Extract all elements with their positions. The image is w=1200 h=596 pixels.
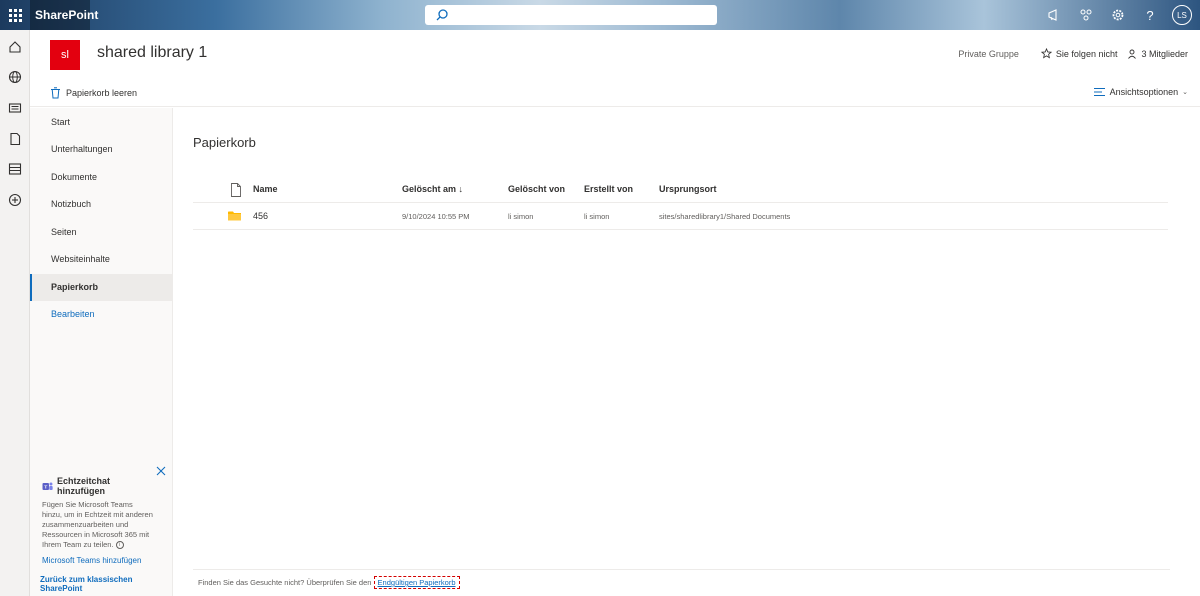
create-icon[interactable] [7,192,23,208]
app-launcher-button[interactable] [0,0,30,30]
site-meta: Private Gruppe Sie folgen nicht 3 Mitgli… [958,48,1188,59]
follow-button[interactable]: Sie folgen nicht [1040,48,1118,59]
settings-icon[interactable] [1102,0,1134,30]
members-label: 3 Mitglieder [1141,48,1188,59]
nav-item-recycle-bin[interactable]: Papierkorb [30,274,172,301]
news-icon[interactable] [7,100,23,116]
privacy-label: Private Gruppe [958,48,1019,59]
person-icon [1128,49,1137,59]
folder-icon [228,211,241,221]
nav-item-pages[interactable]: Seiten [30,219,172,246]
follow-label: Sie folgen nicht [1055,48,1118,59]
trash-icon [51,87,60,99]
nav-item-notebook[interactable]: Notizbuch [30,191,172,218]
suite-header: SharePoint ? LS [0,0,1200,30]
lines-icon [1093,88,1105,96]
teams-promo-card: T Echtzeitchat hinzufügen Fügen Sie Micr… [30,458,172,575]
info-icon[interactable]: i [115,541,124,550]
table-row[interactable]: 456 9/10/2024 10:55 PM li simon li simon… [193,203,1168,230]
file-type-icon[interactable] [230,183,242,197]
site-title[interactable]: shared library 1 [97,44,207,62]
empty-recycle-bin-label: Papierkorb leeren [66,88,138,98]
row-origin: sites/sharedlibrary1/Shared Documents [659,212,791,221]
close-icon[interactable] [156,466,166,476]
column-header-deleted-on[interactable]: Gelöscht am ↓ [402,176,463,203]
left-nav: Start Unterhaltungen Dokumente Notizbuch… [30,108,173,596]
share-icon[interactable] [1070,0,1102,30]
row-deleted-by: li simon [508,212,534,221]
home-icon[interactable] [7,39,23,55]
star-icon [1040,48,1052,59]
empty-recycle-bin-button[interactable]: Papierkorb leeren [50,87,137,99]
nav-item-edit[interactable]: Bearbeiten [30,301,172,328]
add-teams-link[interactable]: Microsoft Teams hinzufügen [42,556,160,565]
recycle-bin-table: Name Gelöscht am ↓ Gelöscht von Erstellt… [193,176,1168,230]
row-name[interactable]: 456 [253,203,268,230]
waffle-icon [8,8,22,22]
footer-text: Finden Sie das Gesuchte nicht? Überprüfe… [198,578,372,587]
teams-card-body: Fügen Sie Microsoft Teams hinzu, um in E… [42,500,153,549]
teams-icon: T [42,482,53,490]
view-options-label: Ansichtsoptionen [1109,87,1179,97]
search-icon [436,9,448,21]
nav-item-start[interactable]: Start [30,109,172,136]
command-bar: Papierkorb leeren Ansichtsoptionen ⌄ [30,82,1200,107]
megaphone-icon[interactable] [1038,0,1070,30]
table-header: Name Gelöscht am ↓ Gelöscht von Erstellt… [193,176,1168,203]
view-options-button[interactable]: Ansichtsoptionen ⌄ [1093,87,1188,97]
globe-icon[interactable] [7,69,23,85]
column-header-created-by[interactable]: Erstellt von [584,176,633,203]
chevron-down-icon: ⌄ [1182,89,1188,96]
row-created-by: li simon [584,212,610,221]
file-icon[interactable] [7,131,23,147]
avatar[interactable]: LS [1172,5,1192,25]
app-bar [0,30,30,596]
teams-card-title: Echtzeitchat hinzufügen [56,476,110,496]
nav-item-conversations[interactable]: Unterhaltungen [30,136,172,163]
nav-item-site-contents[interactable]: Websiteinhalte [30,246,172,273]
site-logo[interactable]: sl [50,40,80,70]
list-icon[interactable] [7,161,23,177]
members-button[interactable]: 3 Mitglieder [1127,49,1188,59]
footer: Finden Sie das Gesuchte nicht? Überprüfe… [193,569,1170,596]
column-header-deleted-by[interactable]: Gelöscht von [508,176,565,203]
row-deleted-on: 9/10/2024 10:55 PM [402,212,470,221]
column-header-name[interactable]: Name [253,176,278,203]
column-header-origin[interactable]: Ursprungsort [659,176,717,203]
page-title: Papierkorb [193,135,256,150]
nav-item-documents[interactable]: Dokumente [30,164,172,191]
second-stage-recycle-bin-link[interactable]: Endgültigen Papierkorb [373,576,460,589]
svg-text:T: T [44,484,47,490]
search-box[interactable] [425,5,717,25]
help-icon[interactable]: ? [1134,0,1166,30]
brand-link[interactable]: SharePoint [30,0,98,30]
classic-sharepoint-link[interactable]: Zurück zum klassischen SharePoint [40,575,172,593]
